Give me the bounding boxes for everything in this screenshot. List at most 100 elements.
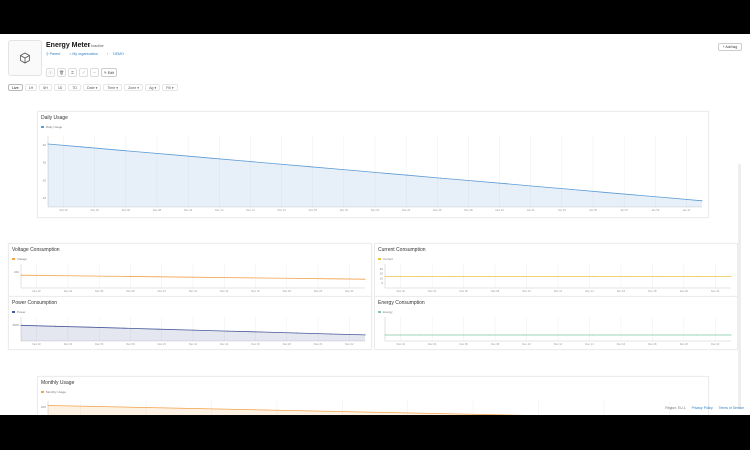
data-point xyxy=(341,169,343,171)
data-point xyxy=(330,333,332,335)
data-point xyxy=(505,183,507,185)
tab-6h[interactable]: 6H xyxy=(39,84,52,91)
tab-time[interactable]: Time ▾ xyxy=(103,84,123,91)
data-point xyxy=(226,277,228,279)
x-tick-label: Dec 04 xyxy=(428,342,437,346)
x-tick-label: Dec 02 xyxy=(33,289,42,293)
x-tick-label: Dec 06 xyxy=(95,289,104,293)
data-point xyxy=(374,171,376,173)
tab-zone[interactable]: Zone ▾ xyxy=(124,84,144,91)
data-point xyxy=(123,327,125,329)
data-point xyxy=(488,334,490,336)
x-tick-label: Dec 06 xyxy=(95,342,104,346)
data-point xyxy=(145,152,147,154)
data-point xyxy=(439,177,441,179)
data-point xyxy=(89,326,91,328)
data-point xyxy=(261,277,263,279)
x-tick-label: Dec 14 xyxy=(585,289,594,293)
x-tick-label: Dec 02 xyxy=(33,342,42,346)
data-point xyxy=(265,409,267,411)
x-tick-label: Jan 09 xyxy=(651,208,659,212)
data-point xyxy=(453,334,455,336)
x-tick-label: Dec 20 xyxy=(314,289,323,293)
x-tick-label: Dec 14 xyxy=(220,289,229,293)
data-point xyxy=(80,146,82,148)
x-tick-label: Dec 24 xyxy=(402,208,411,212)
x-tick-label: Jan 05 xyxy=(589,208,597,212)
data-point xyxy=(20,274,22,276)
current-card: Current Consumption Current 20 15 10 5 Dec 0… xyxy=(374,243,738,297)
x-tick-label: Dec 16 xyxy=(277,208,286,212)
x-tick-label: Dec 22 xyxy=(345,342,354,346)
meta-org-link[interactable]: ⌂ My organization xyxy=(69,52,102,56)
voltage-card: Voltage Consumption Voltage 240 Dec 02 Dec… xyxy=(8,243,372,297)
device-meta: ⚲ Parent ⌂ My organization › DEMO xyxy=(46,52,128,56)
data-point xyxy=(472,180,474,182)
data-point xyxy=(488,275,490,277)
y-tick-label: 30 xyxy=(43,161,47,165)
daily-usage-chart: 40 30 20 10 Dec 02 Dec 04 Dec 06 Dec 08 Dec 10 De… xyxy=(43,136,703,212)
data-point xyxy=(384,275,386,277)
chart-icon: ⟋ xyxy=(82,70,85,75)
data-point xyxy=(603,191,605,193)
x-tick-label: Dec 16 xyxy=(617,289,626,293)
x-tick-label: Dec 10 xyxy=(184,208,193,212)
x-tick-label: Dec 04 xyxy=(64,342,73,346)
data-point xyxy=(192,276,194,278)
x-tick-label: Dec 08 xyxy=(491,342,500,346)
y-tick-label: 240 xyxy=(14,270,19,274)
meta-demo-link[interactable]: DEMO xyxy=(113,52,124,56)
terms-link[interactable]: Terms of Service xyxy=(719,406,744,410)
x-tick-label: Dec 20 xyxy=(314,342,323,346)
data-point xyxy=(592,334,594,336)
energy-card: Energy Consumption Energy Dec 02 Dec 04 De… xyxy=(374,296,738,350)
delete-button[interactable]: 🗑 xyxy=(57,68,66,77)
x-tick-label: Dec 20 xyxy=(340,208,349,212)
footer-region: Region: EU-1 xyxy=(665,406,686,410)
data-point xyxy=(695,334,697,336)
tab-1d[interactable]: 1D xyxy=(53,84,67,91)
x-tick-label: Dec 28 xyxy=(464,208,473,212)
data-point xyxy=(522,334,524,336)
data-point xyxy=(158,276,160,278)
current-chart: 2015105 Dec 02 Dec 04 Dec 06 Dec 08 Dec 10 Dec… xyxy=(380,264,732,293)
x-tick-label: Dec 06 xyxy=(460,289,469,293)
add-tag-button[interactable]: + Add tag xyxy=(718,43,742,51)
data-point xyxy=(626,334,628,336)
chart-button[interactable]: ⟋ xyxy=(79,68,88,77)
meta-parent-link[interactable]: ⚲ Parent xyxy=(46,52,64,56)
tab-7d[interactable]: 7D xyxy=(68,84,82,91)
data-point xyxy=(330,278,332,280)
data-point xyxy=(730,334,732,336)
edit-button[interactable]: ✎ Edit xyxy=(101,68,117,77)
code-button[interactable]: ⌗ xyxy=(68,68,77,77)
x-tick-label: Dec 26 xyxy=(433,208,442,212)
tab-date[interactable]: Date ▾ xyxy=(83,84,102,91)
info-icon: ⓘ xyxy=(48,69,53,75)
tab-live[interactable]: Live xyxy=(8,84,23,91)
tab-fill[interactable]: Fill ▾ xyxy=(162,84,178,91)
x-tick-label: Dec 10 xyxy=(158,342,167,346)
more-button[interactable]: ⋯ xyxy=(90,68,99,77)
tab-1h[interactable]: 1H xyxy=(24,84,38,91)
tab-agg[interactable]: Ag ▾ xyxy=(145,84,161,91)
y-tick-label: 10 xyxy=(380,276,384,280)
monthly-usage-card: Monthly Usage Monthly Usage 200 xyxy=(37,376,709,415)
data-point xyxy=(636,194,638,196)
data-point xyxy=(295,332,297,334)
privacy-link[interactable]: Privacy Policy xyxy=(692,406,713,410)
x-tick-label: Dec 18 xyxy=(648,289,657,293)
status-badge: • Inactive xyxy=(89,44,104,48)
pencil-icon: ✎ xyxy=(103,70,107,75)
x-tick-label: Dec 14 xyxy=(220,342,229,346)
x-tick-label: Dec 22 xyxy=(711,289,720,293)
data-point xyxy=(211,157,212,159)
x-tick-label: Dec 30 xyxy=(495,208,504,212)
info-button[interactable]: ⓘ xyxy=(46,68,55,77)
more-icon: ⋯ xyxy=(92,70,97,75)
page-scrollbar[interactable] xyxy=(738,164,741,409)
y-tick-label: 40 xyxy=(43,143,47,147)
power-chart: 3500 Dec 02 Dec 04 Dec 06 Dec 08 Dec 10 Dec 12… xyxy=(12,317,366,346)
x-tick-label: Dec 12 xyxy=(189,289,198,293)
daily-usage-card: Daily Usage Daily Usage 40 30 20 10 Dec 02 De… xyxy=(37,111,709,218)
